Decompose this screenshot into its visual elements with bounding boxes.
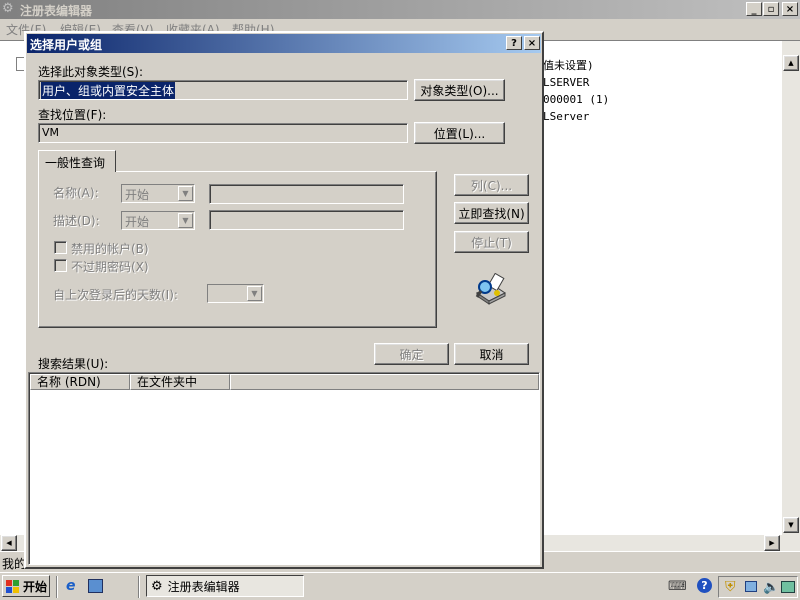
value-line: LSERVER <box>543 76 590 89</box>
columns-button[interactable]: 列(C)... <box>454 174 529 196</box>
chevron-down-icon: ▼ <box>178 213 193 228</box>
help-button[interactable]: ? <box>506 36 522 50</box>
name-input[interactable] <box>209 184 404 204</box>
select-users-dialog: 选择用户或组 ? × 选择此对象类型(S): 用户、组或内置安全主体 对象类型(… <box>24 31 544 569</box>
value-list: 值未设置) LSERVER 000001 (1) LServer <box>543 57 609 125</box>
stop-button[interactable]: 停止(T) <box>454 231 529 253</box>
scroll-up-button[interactable]: ▲ <box>783 55 799 71</box>
find-now-button[interactable]: 立即查找(N) <box>454 202 529 224</box>
start-label: 开始 <box>23 579 48 594</box>
search-users-icon <box>473 272 509 307</box>
object-type-value: 用户、组或内置安全主体 <box>41 82 176 99</box>
keyboard-icon[interactable]: ⌨ <box>668 579 687 594</box>
help-icon[interactable]: ? <box>697 578 712 593</box>
minimize-button[interactable]: _ <box>746 2 762 16</box>
registry-app-icon: ⚙ <box>151 578 163 594</box>
ok-button[interactable]: 确定 <box>374 343 449 365</box>
scroll-left-button[interactable]: ◀ <box>1 535 17 551</box>
taskbar-item-registry-editor[interactable]: ⚙ 注册表编辑器 <box>146 575 304 597</box>
dialog-close-button[interactable]: × <box>524 36 540 50</box>
dialog-title: 选择用户或组 <box>30 38 103 52</box>
location-value: VM <box>42 126 60 139</box>
taskbar: 开始 e ⚙ 注册表编辑器 ⌨ ? ⛨ 🔈 <box>0 572 800 600</box>
value-line: 000001 (1) <box>543 93 610 106</box>
chevron-down-icon: ▼ <box>247 286 262 301</box>
name-combo[interactable]: 开始 ▼ <box>121 184 195 203</box>
description-label: 描述(D): <box>53 214 100 228</box>
days-since-login-combo[interactable]: ▼ <box>207 284 264 303</box>
start-button[interactable]: 开始 <box>2 575 50 597</box>
location-label: 查找位置(F): <box>38 108 107 122</box>
chevron-down-icon: ▼ <box>178 186 193 201</box>
security-shield-icon[interactable]: ⛨ <box>725 579 736 595</box>
registry-app-icon: ⚙ <box>2 1 14 16</box>
no-expire-password-checkbox[interactable] <box>54 259 67 272</box>
description-combo[interactable]: 开始 ▼ <box>121 211 195 230</box>
tab-label: 一般性查询 <box>45 156 106 170</box>
registry-editor-titlebar[interactable]: ⚙ 注册表编辑器 _ ▫ × <box>0 0 800 19</box>
close-button[interactable]: × <box>782 2 798 16</box>
disabled-accounts-checkbox[interactable] <box>54 241 67 254</box>
network-icon[interactable] <box>745 581 757 592</box>
restore-button[interactable]: ▫ <box>763 2 779 16</box>
value-line: LServer <box>543 110 590 123</box>
taskbar-item-label: 注册表编辑器 <box>167 579 240 594</box>
registry-editor-title: 注册表编辑器 <box>20 4 93 18</box>
column-header-name[interactable]: 名称 (RDN) <box>30 374 130 390</box>
status-text: 我的 <box>2 557 27 571</box>
network-connection-icon[interactable] <box>781 581 795 593</box>
object-type-field[interactable]: 用户、组或内置安全主体 <box>38 80 408 100</box>
windows-logo-icon <box>6 579 19 593</box>
search-results-label: 搜索结果(U): <box>38 357 109 371</box>
name-label: 名称(A): <box>53 186 99 200</box>
disabled-accounts-label: 禁用的帐户(B) <box>71 242 149 256</box>
show-desktop-icon[interactable] <box>88 579 103 593</box>
tab-panel: 名称(A): 开始 ▼ 描述(D): 开始 ▼ 禁用的帐户(B) 不过期密码(X… <box>38 171 437 328</box>
tab-common-queries[interactable]: 一般性查询 <box>38 150 116 172</box>
description-input[interactable] <box>209 210 404 230</box>
column-header-filler <box>230 374 539 390</box>
scroll-down-button[interactable]: ▼ <box>783 517 799 533</box>
value-line: 值未设置) <box>543 59 594 72</box>
taskbar-divider <box>56 576 58 598</box>
description-combo-value: 开始 <box>125 215 150 229</box>
days-since-login-label: 自上次登录后的天数(I): <box>53 288 178 302</box>
search-results-list[interactable]: 名称 (RDN) 在文件夹中 <box>28 372 540 565</box>
scroll-right-button[interactable]: ▶ <box>764 535 780 551</box>
internet-explorer-icon[interactable]: e <box>66 578 82 594</box>
results-header: 名称 (RDN) 在文件夹中 <box>30 374 539 390</box>
object-type-label: 选择此对象类型(S): <box>38 65 144 79</box>
column-header-folder[interactable]: 在文件夹中 <box>130 374 230 390</box>
taskbar-divider <box>138 576 140 598</box>
name-combo-value: 开始 <box>125 188 150 202</box>
location-field[interactable]: VM <box>38 123 408 143</box>
volume-icon[interactable]: 🔈 <box>763 580 779 595</box>
system-tray: ⛨ 🔈 <box>718 576 798 598</box>
dialog-titlebar[interactable]: 选择用户或组 ? × <box>27 34 541 53</box>
object-types-button[interactable]: 对象类型(O)... <box>414 79 505 101</box>
cancel-button[interactable]: 取消 <box>454 343 529 365</box>
no-expire-password-label: 不过期密码(X) <box>71 260 149 274</box>
locations-button[interactable]: 位置(L)... <box>414 122 505 144</box>
vertical-scrollbar[interactable]: ▲ ▼ <box>782 41 800 535</box>
